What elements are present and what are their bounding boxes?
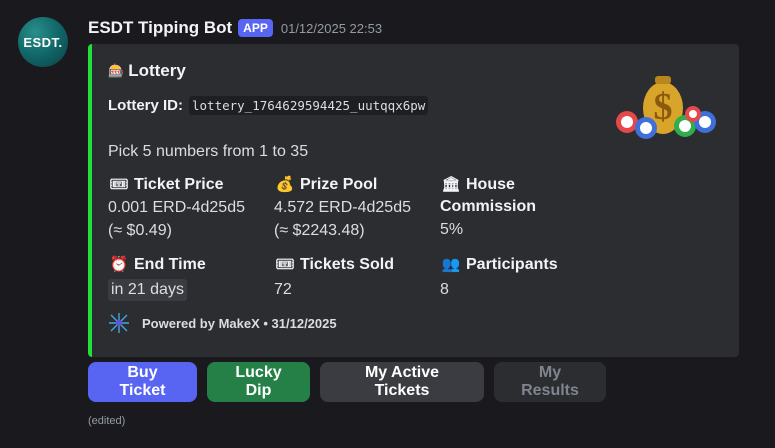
field-value-ticket-price-usd: (≈ $0.49)	[108, 222, 172, 239]
edited-indicator: (edited)	[88, 415, 126, 427]
makex-logo-icon	[109, 313, 129, 333]
bank-icon: 🏛	[441, 176, 461, 193]
my-active-tickets-button[interactable]: My Active Tickets	[320, 362, 484, 402]
my-results-button[interactable]: My Results	[494, 362, 606, 402]
bot-name[interactable]: ESDT Tipping Bot	[88, 18, 232, 38]
lottery-id-row: Lottery ID: lottery_1764629594425_uutqqx…	[108, 96, 429, 115]
field-ticket-price: 🎟 Ticket Price 0.001 ERD-4d25d5 (≈ $0.49…	[108, 174, 268, 242]
field-value-participants: 8	[440, 281, 449, 298]
embed-title-text: Lottery	[128, 61, 186, 80]
embed-footer: Powered by MakeX • 31/12/2025	[108, 312, 337, 334]
field-name-end-time: End Time	[134, 256, 206, 273]
money-bag-lottery-balls-icon[interactable]: $	[613, 70, 719, 144]
field-value-prize-pool-amount: 4.572 ERD-4d25d5	[274, 199, 411, 216]
svg-text:$: $	[654, 86, 673, 128]
field-value-prize-pool-usd: (≈ $2243.48)	[274, 222, 365, 239]
avatar-text: ESDT.	[23, 34, 63, 50]
field-value-ticket-price-amount: 0.001 ERD-4d25d5	[108, 199, 245, 216]
field-name-prize-pool: Prize Pool	[300, 176, 378, 193]
app-badge: APP	[238, 19, 273, 37]
lottery-embed: 🎰 Lottery Lottery ID: lottery_1764629594…	[88, 44, 739, 357]
lottery-id-value: lottery_1764629594425_uutqqx6pw	[189, 96, 429, 115]
lucky-dip-button[interactable]: Lucky Dip	[207, 362, 310, 402]
field-value-tickets-sold: 72	[274, 281, 292, 298]
field-value-house-commission: 5%	[440, 221, 464, 238]
slot-machine-icon: 🎰	[108, 63, 125, 78]
field-name-ticket-price: Ticket Price	[134, 176, 224, 193]
pick-instruction: Pick 5 numbers from 1 to 35	[108, 143, 309, 160]
action-buttons: Buy Ticket Lucky Dip My Active Tickets M…	[88, 362, 606, 402]
field-name-participants: Participants	[466, 256, 558, 273]
field-name-tickets-sold: Tickets Sold	[300, 256, 394, 273]
lottery-id-label: Lottery ID:	[108, 97, 183, 114]
field-name-house-commission-line1: House	[466, 176, 515, 193]
buy-ticket-button[interactable]: Buy Ticket	[88, 362, 197, 402]
field-end-time: ⏰ End Time in 21 days	[108, 254, 268, 301]
bot-avatar[interactable]: ESDT.	[18, 17, 68, 67]
alarm-clock-icon: ⏰	[109, 256, 129, 273]
participants-icon: 👥	[441, 256, 461, 273]
message-header: ESDT Tipping Bot APP 01/12/2025 22:53	[88, 17, 382, 39]
footer-text: Powered by MakeX • 31/12/2025	[142, 315, 337, 331]
field-name-house-commission-line2: Commission	[440, 198, 537, 215]
field-tickets-sold: 🎟 Tickets Sold 72	[274, 254, 434, 301]
embed-title: 🎰 Lottery	[108, 61, 186, 81]
ticket-icon: 🎟	[275, 256, 295, 273]
money-bag-icon: 💰	[275, 176, 295, 193]
field-house-commission: 🏛 House Commission 5%	[440, 174, 600, 241]
ticket-icon: 🎟	[109, 176, 129, 193]
field-participants: 👥 Participants 8	[440, 254, 600, 301]
message-timestamp: 01/12/2025 22:53	[280, 20, 383, 36]
field-value-end-time: in 21 days	[108, 279, 187, 301]
field-prize-pool: 💰 Prize Pool 4.572 ERD-4d25d5 (≈ $2243.4…	[274, 174, 434, 242]
